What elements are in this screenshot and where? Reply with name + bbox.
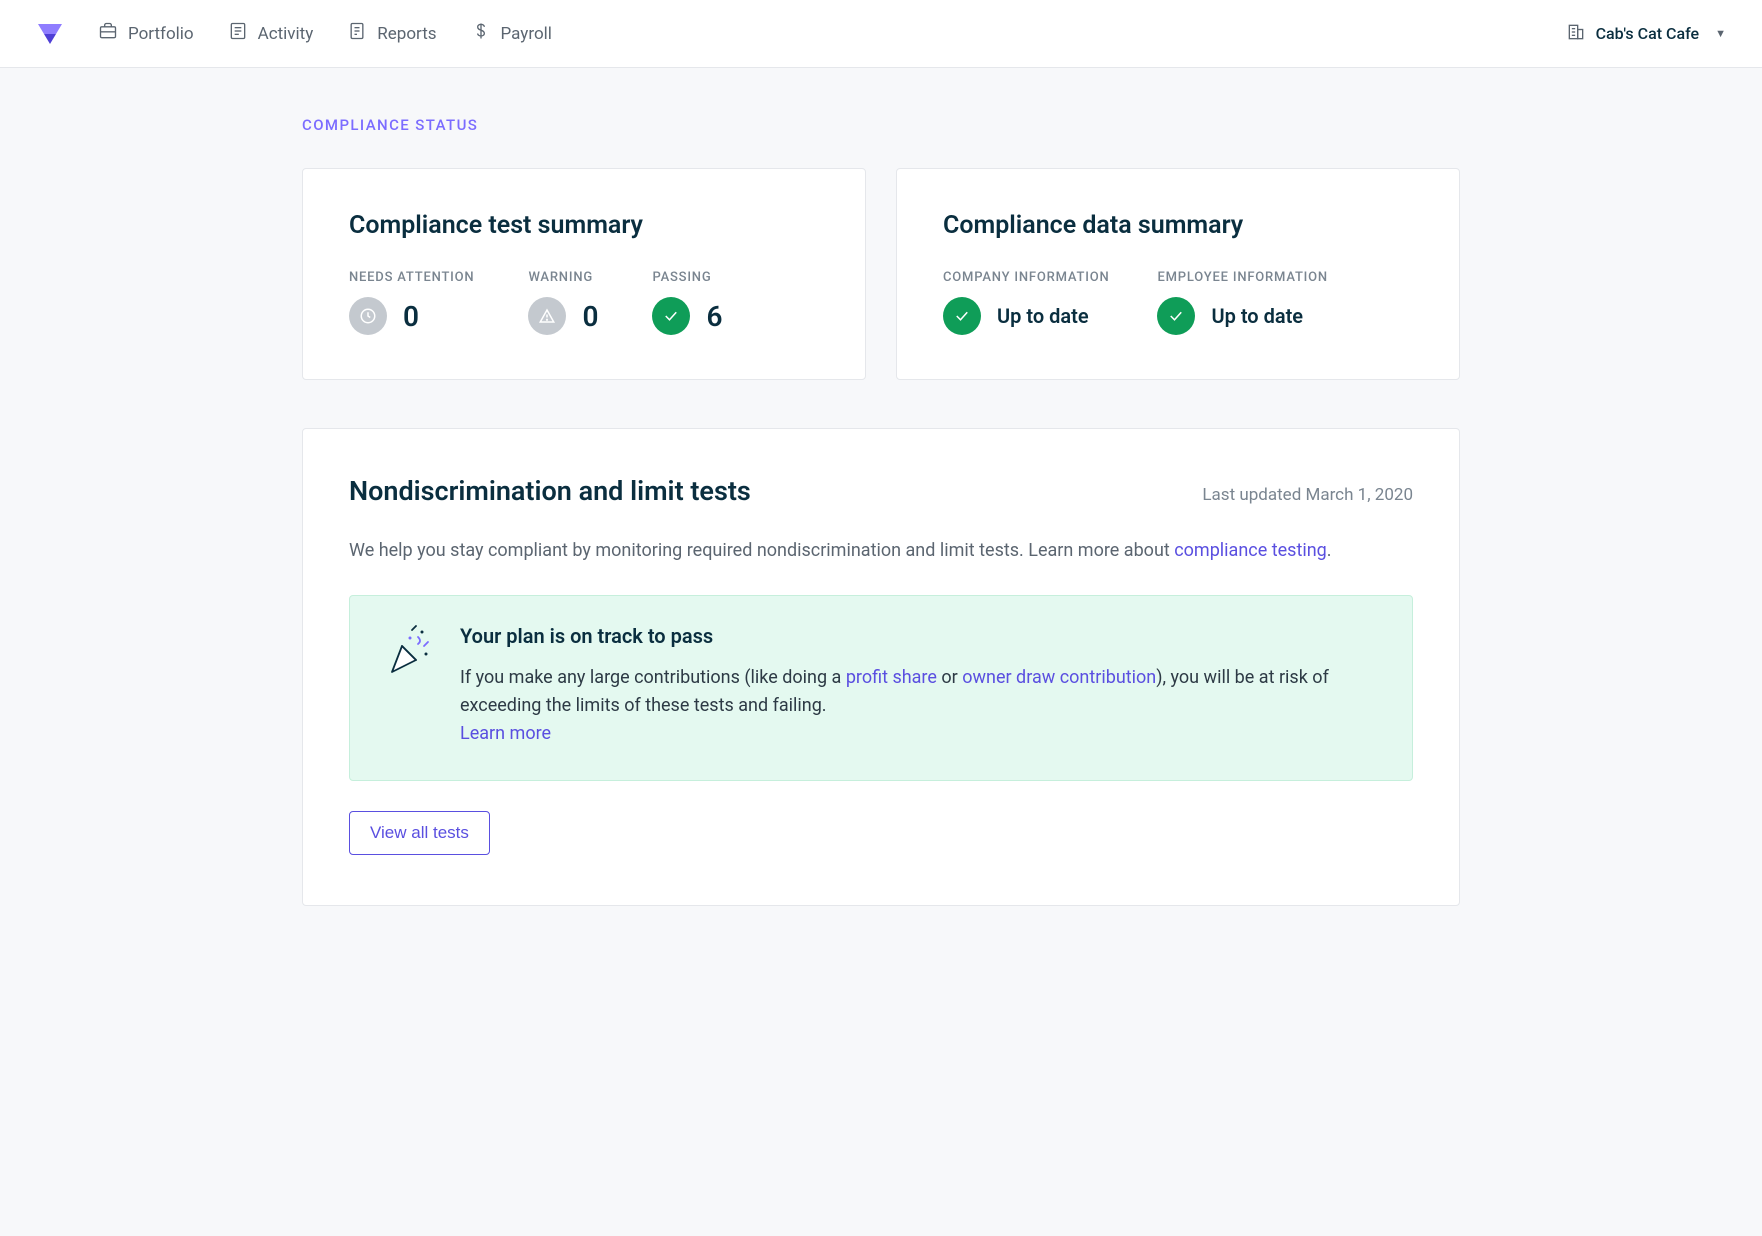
metric-status: Up to date xyxy=(1211,304,1303,328)
card-title: Compliance test summary xyxy=(349,211,819,240)
report-icon xyxy=(347,21,367,46)
topbar: Portfolio Activity Reports Payroll Cab's… xyxy=(0,0,1762,68)
nav-payroll[interactable]: Payroll xyxy=(471,21,552,46)
check-icon xyxy=(1157,297,1195,335)
desc-text: We help you stay compliant by monitoring… xyxy=(349,540,1174,561)
caret-down-icon: ▼ xyxy=(1715,27,1726,40)
on-track-notice: Your plan is on track to pass If you mak… xyxy=(349,595,1413,781)
metric-value: 0 xyxy=(403,300,419,333)
card-title: Compliance data summary xyxy=(943,211,1413,240)
topbar-left: Portfolio Activity Reports Payroll xyxy=(36,20,552,48)
notice-seg: If you make any large contributions (lik… xyxy=(460,667,846,688)
test-metrics: NEEDS ATTENTION 0 WARNING 0 xyxy=(349,270,819,335)
clock-icon xyxy=(349,297,387,335)
confetti-icon xyxy=(382,624,432,748)
document-icon xyxy=(228,21,248,46)
dollar-icon xyxy=(471,21,491,46)
metric-passing: PASSING 6 xyxy=(652,270,722,335)
nav-portfolio[interactable]: Portfolio xyxy=(98,21,194,46)
metric-warning: WARNING 0 xyxy=(528,270,598,335)
nav-label: Reports xyxy=(377,24,436,44)
metric-label: NEEDS ATTENTION xyxy=(349,270,474,285)
view-all-tests-button[interactable]: View all tests xyxy=(349,811,490,855)
nav-label: Portfolio xyxy=(128,24,194,44)
tests-description: We help you stay compliant by monitoring… xyxy=(349,537,1413,565)
metric-employee-info: EMPLOYEE INFORMATION Up to date xyxy=(1157,270,1327,335)
notice-body: Your plan is on track to pass If you mak… xyxy=(460,624,1380,748)
metric-label: WARNING xyxy=(528,270,598,285)
metric-company-info: COMPANY INFORMATION Up to date xyxy=(943,270,1109,335)
test-summary-card: Compliance test summary NEEDS ATTENTION … xyxy=(302,168,866,380)
nav-activity[interactable]: Activity xyxy=(228,21,314,46)
learn-more-link[interactable]: Learn more xyxy=(460,723,551,744)
building-icon xyxy=(1566,22,1586,46)
section-label: COMPLIANCE STATUS xyxy=(302,116,1460,134)
owner-draw-link[interactable]: owner draw contribution xyxy=(962,667,1156,688)
nav-label: Activity xyxy=(258,24,314,44)
last-updated: Last updated March 1, 2020 xyxy=(1202,485,1413,505)
notice-title: Your plan is on track to pass xyxy=(460,624,1380,648)
profit-share-link[interactable]: profit share xyxy=(846,667,937,688)
app-logo[interactable] xyxy=(36,20,64,48)
tests-card: Nondiscrimination and limit tests Last u… xyxy=(302,428,1460,906)
data-summary-card: Compliance data summary COMPANY INFORMAT… xyxy=(896,168,1460,380)
warning-icon xyxy=(528,297,566,335)
tests-title: Nondiscrimination and limit tests xyxy=(349,475,751,507)
nav-reports[interactable]: Reports xyxy=(347,21,436,46)
data-metrics: COMPANY INFORMATION Up to date EMPLOYEE … xyxy=(943,270,1413,335)
metric-needs-attention: NEEDS ATTENTION 0 xyxy=(349,270,474,335)
metric-value: 6 xyxy=(706,300,722,333)
metric-value: 0 xyxy=(582,300,598,333)
metric-status: Up to date xyxy=(997,304,1089,328)
company-name: Cab's Cat Cafe xyxy=(1596,24,1700,43)
desc-suffix: . xyxy=(1327,540,1332,561)
check-icon xyxy=(652,297,690,335)
nav-label: Payroll xyxy=(501,24,552,44)
metric-label: PASSING xyxy=(652,270,722,285)
summary-cards: Compliance test summary NEEDS ATTENTION … xyxy=(302,168,1460,380)
notice-text: If you make any large contributions (lik… xyxy=(460,664,1380,748)
notice-seg: or xyxy=(937,667,962,688)
check-icon xyxy=(943,297,981,335)
page-content: COMPLIANCE STATUS Compliance test summar… xyxy=(266,68,1496,966)
compliance-testing-link[interactable]: compliance testing xyxy=(1174,540,1327,561)
metric-label: COMPANY INFORMATION xyxy=(943,270,1109,285)
metric-label: EMPLOYEE INFORMATION xyxy=(1157,270,1327,285)
company-select[interactable]: Cab's Cat Cafe ▼ xyxy=(1566,22,1726,46)
briefcase-icon xyxy=(98,21,118,46)
